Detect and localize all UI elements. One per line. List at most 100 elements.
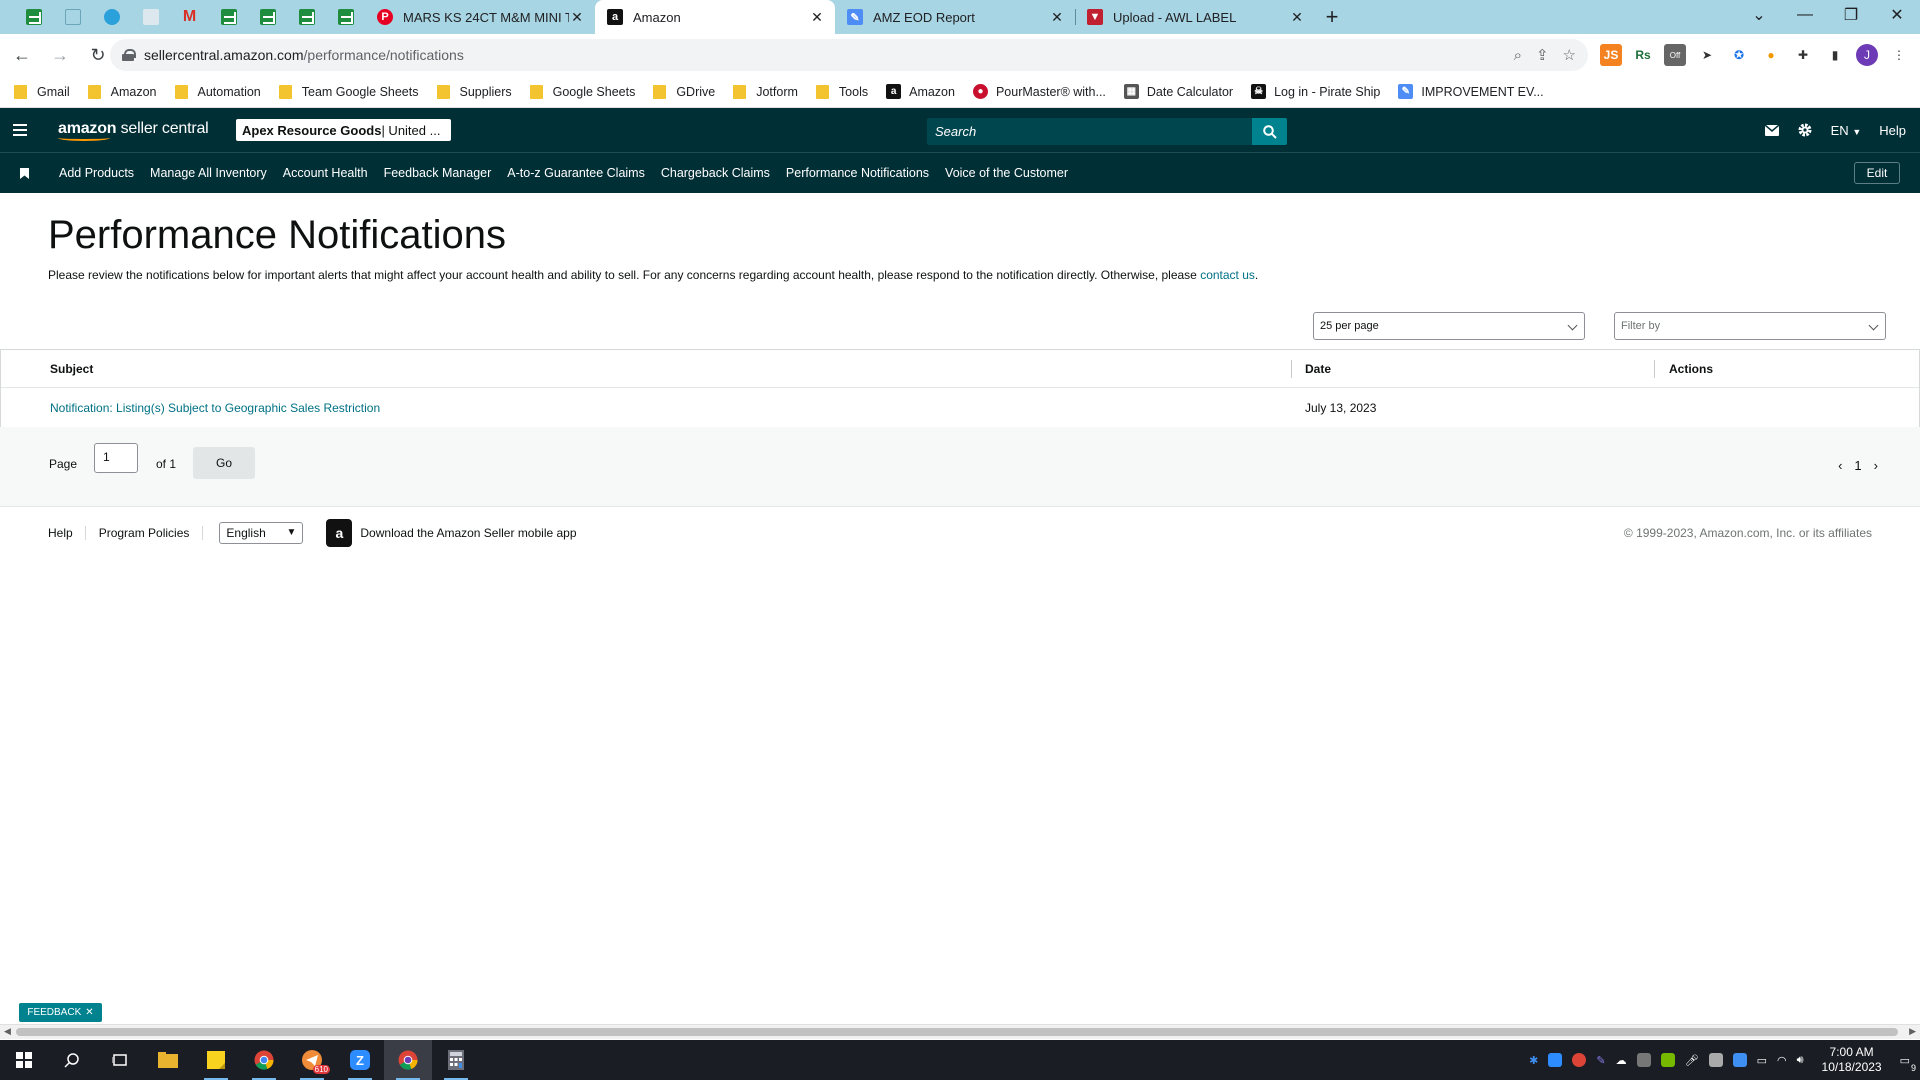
puzzle-icon[interactable]: ✚ (1792, 44, 1814, 66)
pinned-tab-sheets[interactable] (14, 0, 53, 34)
chevron-right-icon[interactable]: › (1874, 458, 1878, 473)
mail-icon[interactable] (1764, 124, 1779, 136)
pinned-tab-gmail[interactable]: M (170, 0, 209, 34)
header-date[interactable]: Date (1305, 362, 1331, 376)
scroll-right-arrow-icon[interactable]: ▶ (1909, 1026, 1916, 1037)
off-extension-icon[interactable]: Off (1664, 44, 1686, 66)
side-panel-icon[interactable]: ▮ (1824, 44, 1846, 66)
bookmark-improvement[interactable]: ✎ IMPROVEMENT EV... (1398, 84, 1544, 99)
nav-feedback-manager[interactable]: Feedback Manager (384, 166, 492, 180)
wifi-icon[interactable]: ◠ (1777, 1054, 1787, 1067)
tab-mars[interactable]: P MARS KS 24CT M&M MINI TUB ✕ (365, 0, 595, 34)
search-button[interactable] (48, 1040, 96, 1080)
per-page-select[interactable]: 25 per page (1313, 312, 1585, 340)
current-page[interactable]: 1 (1854, 458, 1861, 473)
minimize-button[interactable]: — (1782, 0, 1828, 30)
pinned-tab-sheets-2[interactable] (209, 0, 248, 34)
microphone-icon[interactable]: 🎤︎ (1685, 1054, 1699, 1067)
volume-icon[interactable]: 🔊︎ (1797, 1054, 1804, 1067)
bookmark-google-sheets[interactable]: Google Sheets (529, 84, 635, 99)
bookmark-pourmaster[interactable]: ● PourMaster® with... (972, 84, 1106, 99)
filter-by-select[interactable]: Filter by (1614, 312, 1886, 340)
profile-avatar[interactable]: J (1856, 44, 1878, 66)
bluetooth-icon[interactable]: ✱ (1529, 1054, 1538, 1067)
horizontal-scrollbar[interactable]: ◀ ▶ (0, 1024, 1920, 1039)
system-clock[interactable]: 7:00 AM 10/18/2023 (1822, 1045, 1882, 1075)
bookmark-amazon[interactable]: a Amazon (886, 84, 955, 99)
onedrive-icon[interactable]: ☁ (1616, 1054, 1627, 1067)
close-icon[interactable]: ✕ (1289, 9, 1305, 26)
taskbar-chrome[interactable] (240, 1040, 288, 1080)
close-icon[interactable]: ✕ (85, 1007, 93, 1018)
hamburger-menu-icon[interactable] (0, 108, 40, 152)
forward-button[interactable]: → (44, 39, 76, 71)
close-icon[interactable]: ✕ (569, 9, 585, 26)
circle-extension-icon[interactable]: ● (1760, 44, 1782, 66)
cursor-extension-icon[interactable]: ➤ (1696, 44, 1718, 66)
bookmark-jotform[interactable]: Jotform (733, 84, 798, 99)
network-app-icon[interactable] (1732, 1053, 1747, 1067)
scroll-left-arrow-icon[interactable]: ◀ (4, 1026, 11, 1037)
taskbar-file-explorer[interactable] (144, 1040, 192, 1080)
bookmark-ribbon-icon[interactable] (14, 167, 34, 179)
pinned-tab-sheets-5[interactable] (326, 0, 365, 34)
footer-help-link[interactable]: Help (48, 526, 86, 540)
pinned-tab-generic[interactable] (131, 0, 170, 34)
task-view-button[interactable] (96, 1040, 144, 1080)
taskbar-chrome-profile[interactable] (384, 1040, 432, 1080)
battery-icon[interactable]: ▭ (1757, 1054, 1767, 1067)
scrollbar-thumb[interactable] (16, 1028, 1898, 1036)
language-selector[interactable]: EN ▼ (1831, 123, 1862, 138)
notifications-icon[interactable]: ▭ 9 (1900, 1054, 1916, 1073)
bookmark-pirate-ship[interactable]: ☠ Log in - Pirate Ship (1251, 84, 1380, 99)
taskbar-calculator[interactable] (432, 1040, 480, 1080)
star-icon[interactable]: ☆ (1563, 46, 1576, 64)
taskbar-sticky-notes[interactable] (192, 1040, 240, 1080)
nav-voice-of-the-customer[interactable]: Voice of the Customer (945, 166, 1068, 180)
help-link[interactable]: Help (1879, 123, 1906, 138)
address-bar[interactable]: sellercentral.amazon.com/performance/not… (110, 39, 1588, 71)
js-extension-icon[interactable]: JS (1600, 44, 1622, 66)
nav-a-to-z-claims[interactable]: A-to-z Guarantee Claims (507, 166, 645, 180)
tab-search-chevron-icon[interactable]: ⌄ (1736, 0, 1782, 30)
tab-amz-eod[interactable]: ✎ AMZ EOD Report ✕ (835, 0, 1075, 34)
tab-amazon[interactable]: a Amazon ✕ (595, 0, 835, 34)
pinned-tab-sheets-4[interactable] (287, 0, 326, 34)
account-selector[interactable]: Apex Resource Goods | United ... (236, 119, 451, 141)
nav-account-health[interactable]: Account Health (283, 166, 368, 180)
notification-subject-link[interactable]: Notification: Listing(s) Subject to Geog… (50, 401, 380, 415)
edit-nav-button[interactable]: Edit (1854, 162, 1900, 184)
bookmark-tools[interactable]: Tools (815, 84, 868, 99)
feedback-button[interactable]: FEEDBACK ✕ (19, 1003, 102, 1022)
bookmark-gmail[interactable]: Gmail (14, 84, 70, 99)
bookmark-team-google-sheets[interactable]: Team Google Sheets (278, 84, 419, 99)
gear-icon[interactable] (1797, 122, 1813, 138)
lock-icon[interactable] (122, 49, 136, 61)
close-window-button[interactable]: ✕ (1874, 0, 1920, 30)
restore-button[interactable]: ❐ (1828, 0, 1874, 30)
footer-language-select[interactable]: English ▼ (219, 522, 304, 544)
download-app-link[interactable]: a Download the Amazon Seller mobile app (326, 519, 577, 547)
bookmark-date-calculator[interactable]: ▦ Date Calculator (1123, 84, 1233, 99)
contact-us-link[interactable]: contact us (1200, 268, 1255, 282)
close-icon[interactable]: ✕ (809, 9, 825, 26)
page-number-input[interactable]: 1 (94, 443, 138, 473)
start-button[interactable] (0, 1040, 48, 1080)
nvidia-icon[interactable] (1660, 1053, 1675, 1067)
nav-performance-notifications[interactable]: Performance Notifications (786, 166, 929, 180)
search-button[interactable] (1252, 118, 1287, 145)
bookmark-amazon-folder[interactable]: Amazon (87, 84, 157, 99)
nav-chargeback-claims[interactable]: Chargeback Claims (661, 166, 770, 180)
search-input[interactable]: Search (927, 118, 1252, 145)
pinned-tab-telegram[interactable] (92, 0, 131, 34)
pen-tray-icon[interactable]: ✎ (1596, 1054, 1605, 1067)
back-button[interactable]: ← (6, 39, 38, 71)
tab-awl-label[interactable]: ▼ Upload - AWL LABEL ✕ (1075, 0, 1315, 34)
menu-dots-icon[interactable]: ⋮ (1888, 44, 1910, 66)
pinned-tab-sheets-3[interactable] (248, 0, 287, 34)
nav-manage-all-inventory[interactable]: Manage All Inventory (150, 166, 267, 180)
chevron-left-icon[interactable]: ‹ (1838, 458, 1842, 473)
seller-central-logo[interactable]: amazon seller central (58, 120, 209, 141)
chrome-tray-icon[interactable] (1572, 1053, 1587, 1067)
nav-add-products[interactable]: Add Products (59, 166, 134, 180)
